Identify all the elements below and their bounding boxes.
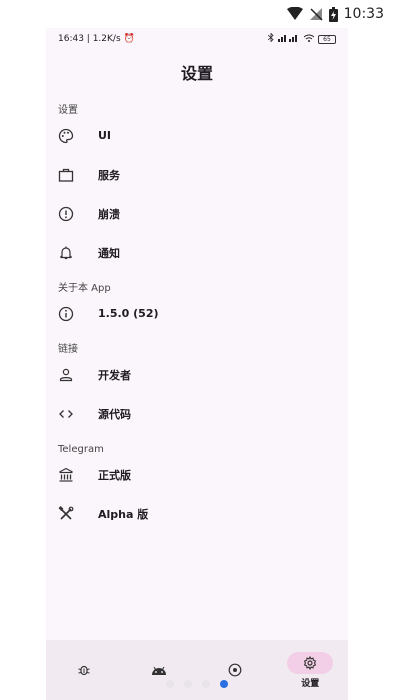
signal-icon (278, 34, 300, 45)
battery-charging-icon (328, 6, 338, 22)
settings-item-label: 通知 (98, 246, 120, 260)
bottom-navigation: 设置 (46, 640, 348, 700)
page-dot-active (220, 680, 228, 688)
app-screen: 16:43 | 1.2K/s ⏰ 65 设置 设置 UI 服务 崩溃 通知 关于… (46, 28, 348, 700)
settings-item-label: 开发者 (98, 368, 131, 382)
settings-item-label: 1.5.0 (52) (98, 307, 159, 320)
code-icon (58, 406, 74, 422)
settings-item-source-code[interactable]: 源代码 (46, 394, 348, 433)
page-title: 设置 (180, 64, 213, 83)
settings-item-ui[interactable]: UI (46, 116, 348, 155)
section-header-links: 链接 (58, 344, 78, 355)
building-icon (58, 467, 74, 483)
gear-icon (287, 651, 334, 674)
settings-item-label: 正式版 (98, 468, 131, 482)
person-icon (58, 367, 74, 383)
info-icon (58, 306, 74, 322)
inner-status-bar: 16:43 | 1.2K/s ⏰ 65 (46, 28, 348, 50)
android-icon (136, 659, 182, 681)
page-dot (202, 680, 210, 688)
nav-settings-label: 设置 (301, 678, 320, 689)
settings-item-developer[interactable]: 开发者 (46, 355, 348, 394)
target-icon (212, 659, 258, 681)
settings-item-label: Alpha 版 (98, 507, 149, 521)
briefcase-icon (58, 167, 74, 183)
settings-item-notification[interactable]: 通知 (46, 233, 348, 272)
bell-icon (58, 245, 74, 261)
device-status-bar: 10:33 (0, 0, 394, 28)
settings-item-version[interactable]: 1.5.0 (52) (46, 294, 348, 333)
section-header-telegram: Telegram (58, 444, 104, 455)
section-header-about: 关于本 App (58, 283, 111, 294)
wifi-small-icon (303, 34, 315, 45)
settings-item-label: 源代码 (98, 407, 131, 421)
nav-debug[interactable] (54, 645, 114, 695)
page-dot (184, 680, 192, 688)
settings-item-label: 服务 (98, 168, 120, 182)
nav-settings[interactable]: 设置 (280, 645, 340, 695)
bluetooth-icon (267, 32, 274, 45)
device-clock: 10:33 (343, 6, 384, 22)
alert-circle-icon (58, 206, 74, 222)
no-signal-icon (309, 7, 323, 21)
page-indicator (166, 680, 228, 688)
settings-item-crash[interactable]: 崩溃 (46, 194, 348, 233)
wifi-icon (286, 7, 303, 21)
settings-item-alpha[interactable]: Alpha 版 (46, 494, 348, 533)
settings-item-label: 崩溃 (98, 207, 120, 221)
settings-item-service[interactable]: 服务 (46, 155, 348, 194)
settings-list: 设置 UI 服务 崩溃 通知 关于本 App 1.5.0 (52) 链接 开发者… (46, 94, 348, 533)
battery-icon: 65 (318, 34, 336, 44)
inner-status-left: 16:43 | 1.2K/s ⏰ (58, 34, 135, 44)
section-header-settings: 设置 (58, 105, 78, 116)
page-dot (166, 680, 174, 688)
tools-icon (58, 505, 74, 522)
bug-icon (61, 659, 107, 681)
palette-icon (58, 128, 74, 144)
settings-item-label: UI (98, 129, 112, 142)
settings-item-stable[interactable]: 正式版 (46, 455, 348, 494)
